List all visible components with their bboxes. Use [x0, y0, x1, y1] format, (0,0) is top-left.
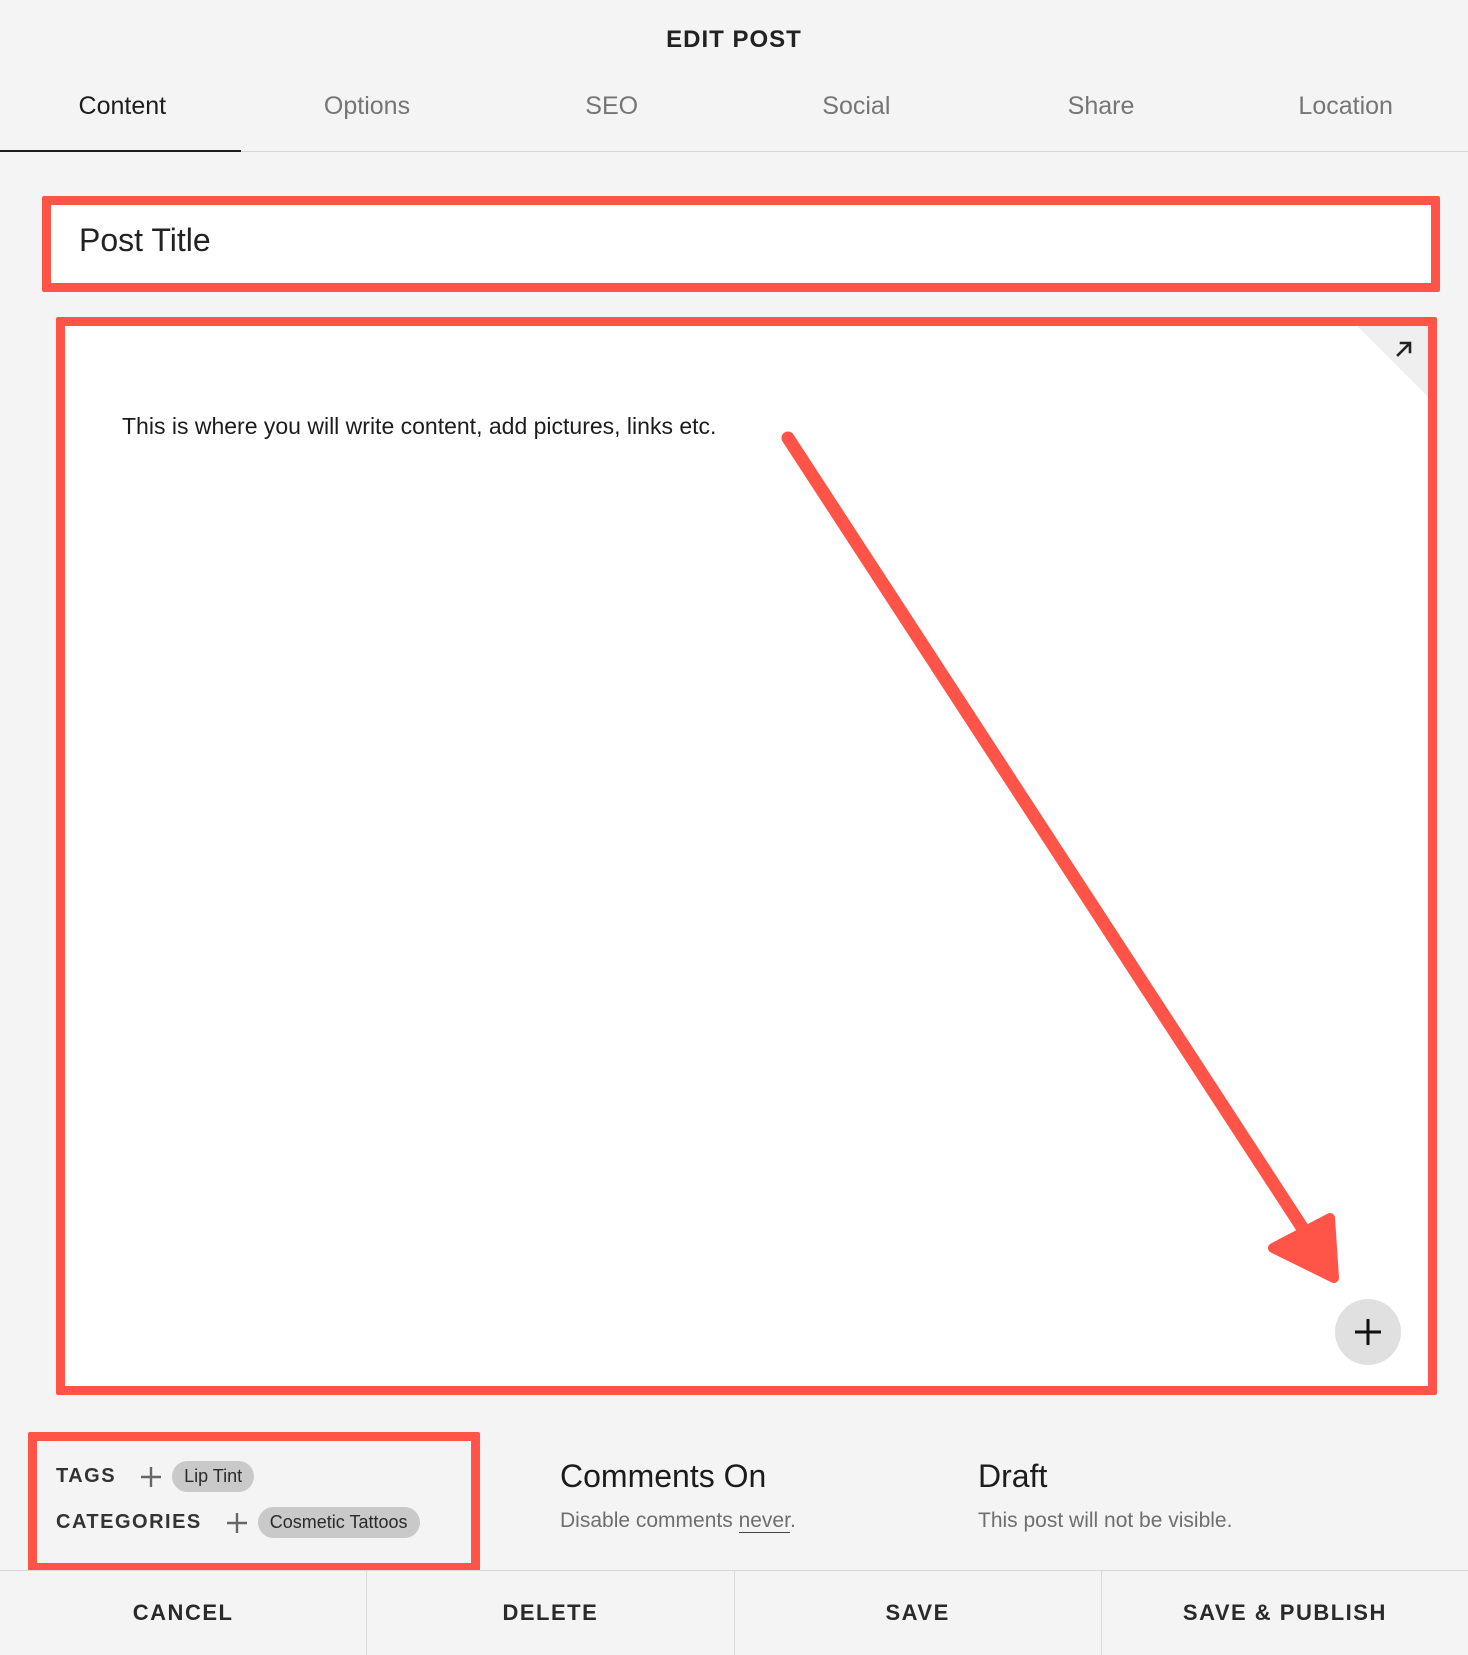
tab-social[interactable]: Social	[734, 82, 979, 151]
category-chip[interactable]: Cosmetic Tattoos	[257, 1507, 420, 1538]
post-title-input[interactable]: Post Title	[50, 203, 1432, 285]
tags-label: TAGS	[56, 1465, 117, 1487]
tab-options[interactable]: Options	[245, 82, 490, 151]
edit-post-page: EDIT POST Content Options SEO Social Sha…	[0, 0, 1468, 1655]
tags-annotation-box	[28, 1432, 480, 1572]
editor-body-text[interactable]: This is where you will write content, ad…	[122, 413, 716, 440]
save-button[interactable]: SAVE	[735, 1571, 1102, 1655]
tags-row: TAGS Lip Tint	[56, 1461, 255, 1492]
add-category-icon[interactable]	[226, 1512, 248, 1534]
content-editor[interactable]: This is where you will write content, ad…	[62, 323, 1432, 1387]
status-subtitle: This post will not be visible.	[978, 1509, 1233, 1532]
expand-arrow-icon[interactable]	[1394, 339, 1414, 359]
tab-bar: Content Options SEO Social Share Locatio…	[0, 82, 1468, 152]
comments-status: Comments On Disable comments never.	[560, 1458, 796, 1533]
tab-content[interactable]: Content	[0, 82, 245, 152]
status-title[interactable]: Draft	[978, 1458, 1232, 1495]
save-publish-button[interactable]: SAVE & PUBLISH	[1102, 1571, 1468, 1655]
comments-subtitle: Disable comments never.	[560, 1509, 796, 1533]
expand-corner[interactable]	[1354, 323, 1432, 401]
tab-location[interactable]: Location	[1223, 82, 1468, 151]
comments-sub-suffix: .	[789, 1509, 796, 1532]
footer-toolbar: CANCEL DELETE SAVE SAVE & PUBLISH	[0, 1570, 1468, 1655]
add-tag-icon[interactable]	[140, 1466, 162, 1488]
disable-comments-link[interactable]: never	[738, 1509, 790, 1533]
categories-row: CATEGORIES Cosmetic Tattoos	[56, 1507, 420, 1538]
plus-icon	[1355, 1319, 1381, 1345]
post-title-placeholder: Post Title	[79, 222, 211, 258]
delete-button[interactable]: DELETE	[367, 1571, 735, 1655]
tab-seo[interactable]: SEO	[489, 82, 734, 151]
page-title: EDIT POST	[666, 26, 802, 53]
tab-share[interactable]: Share	[979, 82, 1224, 151]
tag-chip[interactable]: Lip Tint	[172, 1461, 255, 1492]
comments-title[interactable]: Comments On	[560, 1458, 796, 1495]
comments-sub-prefix: Disable comments	[560, 1509, 739, 1532]
post-status: Draft This post will not be visible.	[978, 1458, 1232, 1533]
cancel-button[interactable]: CANCEL	[0, 1571, 368, 1655]
add-block-button[interactable]	[1335, 1299, 1401, 1365]
categories-label: CATEGORIES	[56, 1511, 202, 1533]
